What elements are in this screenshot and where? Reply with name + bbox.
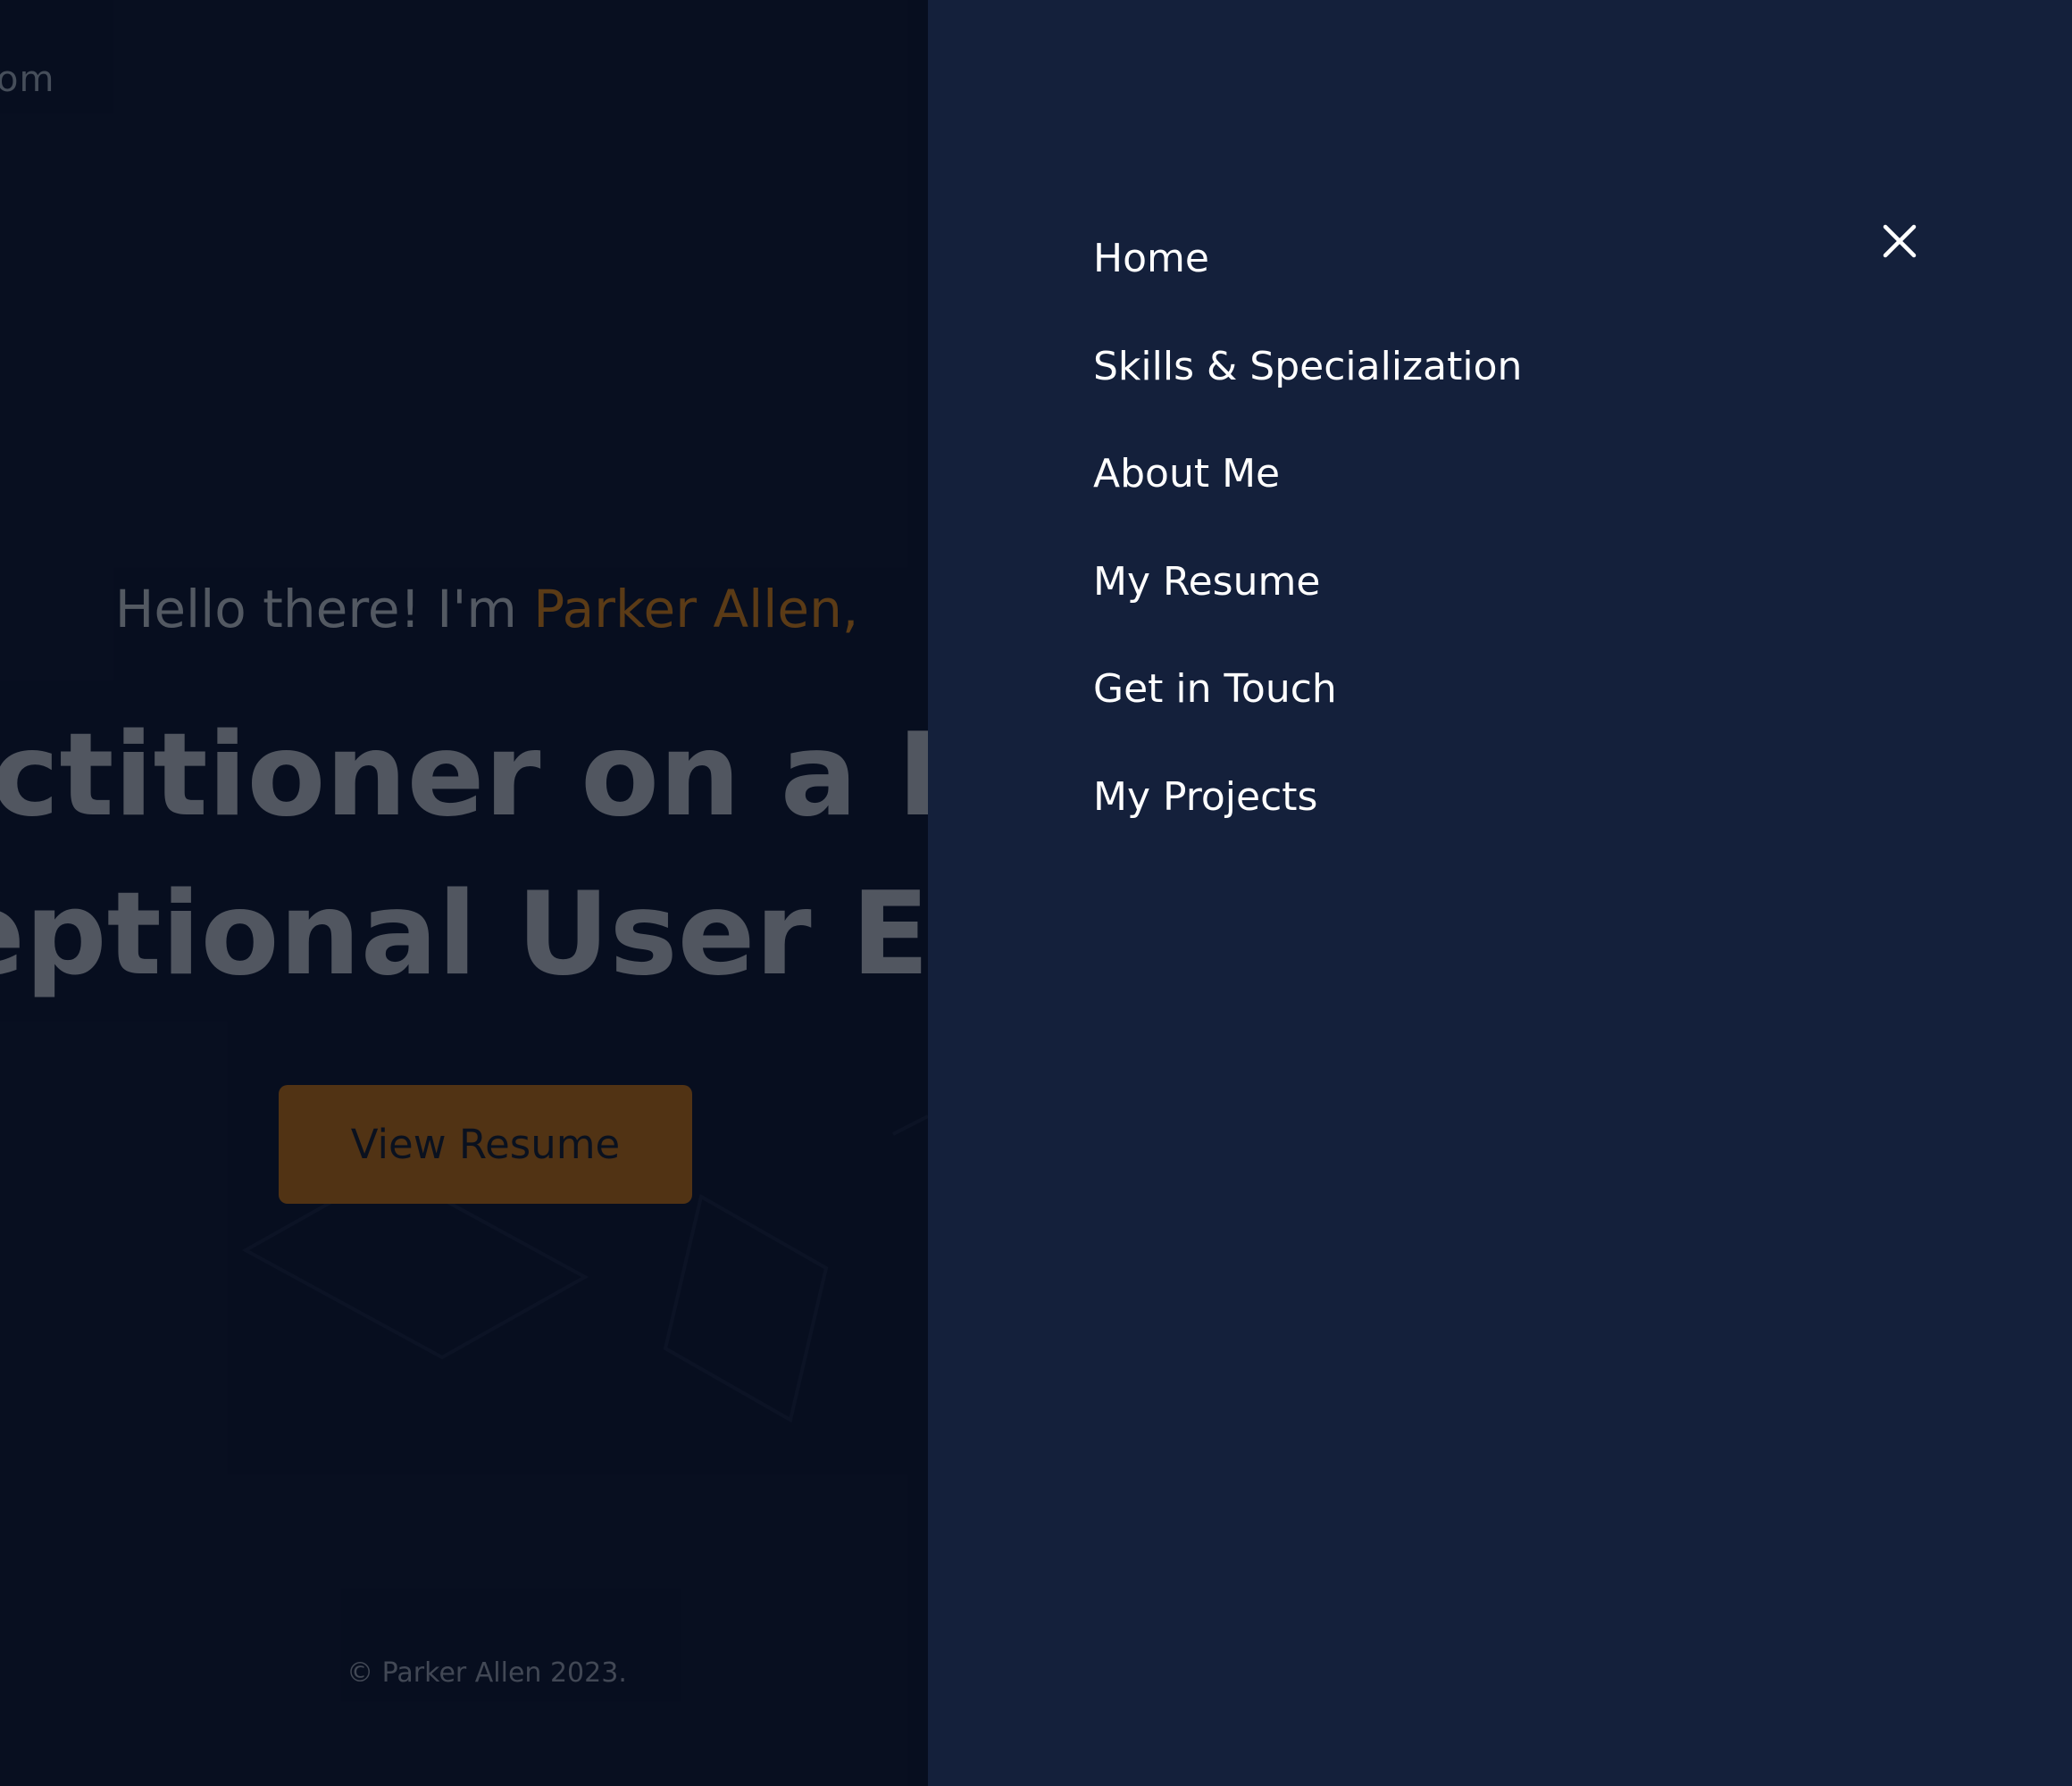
nav-menu-list: Home Skills & Specialization About Me My…: [1093, 223, 1522, 869]
page-behind-overlay: om Hello there! I'm Parker Allen, actiti…: [0, 0, 928, 1786]
nav-item-resume[interactable]: My Resume: [1093, 547, 1522, 655]
hero-headline: actitioner on a Mi ceptional User Exp: [0, 697, 928, 1014]
greeting-name: Parker Allen,: [533, 579, 859, 639]
decoration-shape: [892, 1114, 928, 1136]
greeting-prefix: Hello there! I'm: [114, 579, 534, 639]
close-icon: [1883, 224, 1917, 258]
nav-item-about[interactable]: About Me: [1093, 438, 1522, 547]
nav-item-contact[interactable]: Get in Touch: [1093, 654, 1522, 762]
decoration-shape: [663, 1193, 829, 1423]
headline-line: actitioner on a Mi: [0, 709, 928, 842]
nav-menu-panel: Home Skills & Specialization About Me My…: [928, 0, 2072, 1786]
view-resume-button[interactable]: View Resume: [279, 1085, 692, 1204]
nav-item-home[interactable]: Home: [1093, 223, 1522, 331]
nav-item-skills[interactable]: Skills & Specialization: [1093, 331, 1522, 439]
close-menu-button[interactable]: [1873, 214, 1926, 268]
headline-line: ceptional User Exp: [0, 868, 928, 1001]
site-logo-text[interactable]: om: [0, 59, 54, 100]
footer-copyright: © Parker Allen 2023.: [347, 1657, 627, 1689]
nav-item-projects[interactable]: My Projects: [1093, 762, 1522, 870]
page: om Hello there! I'm Parker Allen, actiti…: [0, 0, 2072, 1786]
hero-greeting: Hello there! I'm Parker Allen,: [0, 579, 928, 639]
